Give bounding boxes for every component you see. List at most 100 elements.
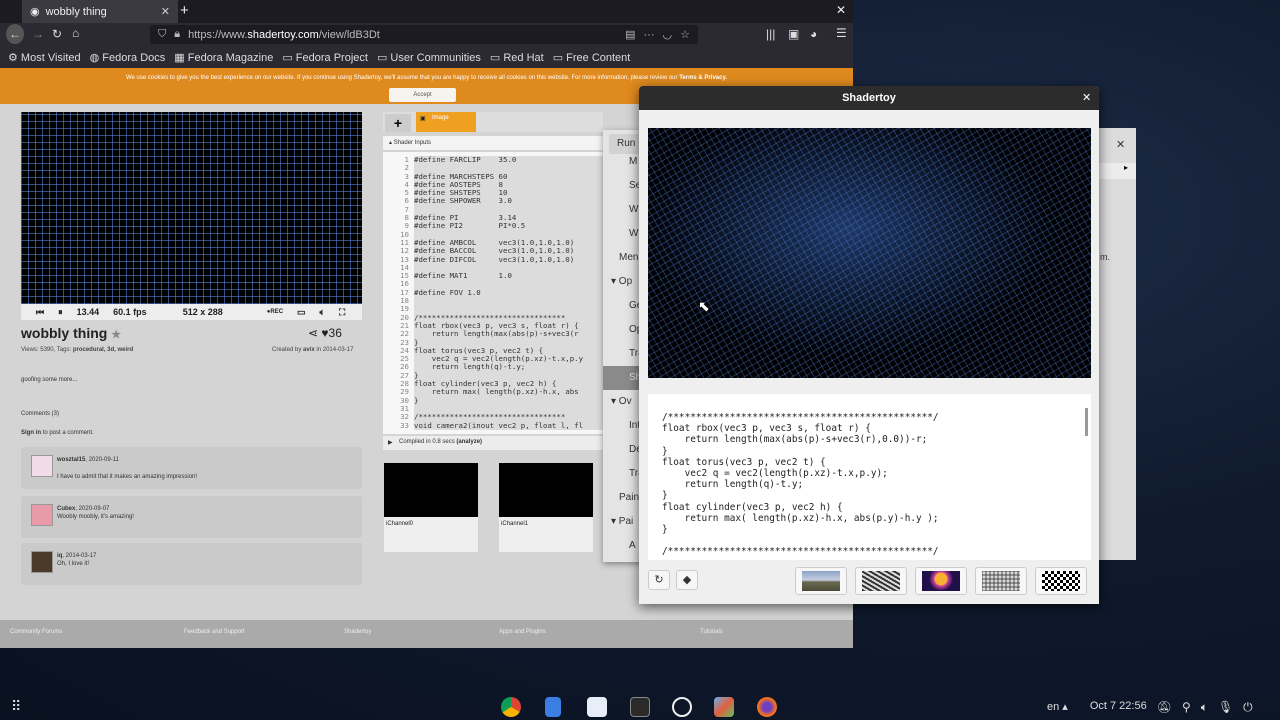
reader-icon[interactable]: ▤ <box>625 28 635 41</box>
arrow-right-icon[interactable]: ▸ <box>1099 163 1136 179</box>
footer-link[interactable]: Feedback and Support <box>184 629 245 635</box>
scrollbar[interactable] <box>1085 408 1088 436</box>
bookmark-fedora-docs[interactable]: ◍ Fedora Docs <box>90 51 166 64</box>
time-display: 13.44 <box>76 307 100 317</box>
shadertoy-dialog: Shadertoy ✕ ⬉ /*************************… <box>639 86 1099 604</box>
rewind-icon[interactable]: ⏮ <box>36 307 44 318</box>
comment: iq, 2014-03-17 Oh, I love it! <box>21 543 362 585</box>
forward-icon[interactable]: → <box>32 27 44 41</box>
avatar <box>31 455 53 477</box>
sidebar-icon[interactable]: ▣ <box>788 27 799 41</box>
bookmark-user-communities[interactable]: ▭ User Communities <box>377 51 481 64</box>
terminal-icon[interactable] <box>630 697 650 717</box>
more-icon[interactable]: ··· <box>644 29 655 41</box>
favorite-star-icon[interactable]: ★ <box>111 329 121 341</box>
chrome-icon[interactable] <box>501 697 521 717</box>
notifications-off-icon[interactable]: 🔕︎ <box>1157 700 1172 715</box>
footer-link[interactable]: Apps and Plugins <box>499 629 546 635</box>
tab-image[interactable]: ▣ Image <box>416 112 476 132</box>
accept-button[interactable]: Accept <box>389 88 456 102</box>
shader-render-canvas[interactable]: ⬉ <box>648 128 1091 378</box>
ichannel1-slot[interactable]: iChannel1 <box>499 463 593 552</box>
firefox-icon[interactable] <box>757 697 777 717</box>
bookmark-fedora-magazine[interactable]: ▦ Fedora Magazine <box>174 51 273 64</box>
comment: wosztal15, 2020-09-11 I have to admit tha… <box>21 447 362 489</box>
preset-thumbnail[interactable] <box>855 567 907 595</box>
preset-thumbnail[interactable] <box>975 567 1027 595</box>
fps-display: 60.1 fps <box>113 307 147 317</box>
code-editor-panel: + ▣ Image ▴ Shader Inputs 1 2 3 4 5 6 7 8… <box>383 112 603 452</box>
clock[interactable]: Oct 7 22:56 <box>1090 700 1147 715</box>
account-icon[interactable]: ◕ <box>810 27 817 41</box>
comments-header: Comments (3) <box>21 411 60 417</box>
close-icon[interactable]: ✕ <box>1116 138 1125 151</box>
author-link[interactable]: avix <box>303 347 315 353</box>
footer-link[interactable]: Tutorials <box>700 629 723 635</box>
close-icon[interactable]: ✕ <box>1082 86 1091 110</box>
pause-icon[interactable]: ⏸ <box>58 307 63 318</box>
footer-link[interactable]: Shadertoy <box>344 629 371 635</box>
avatar <box>31 551 53 573</box>
bookmark-red-hat[interactable]: ▭ Red Hat <box>490 51 544 64</box>
menu-icon[interactable]: ☰ <box>836 26 847 40</box>
tags-links[interactable]: procedural, 3d, weird <box>73 347 133 353</box>
volume-icon[interactable]: 🔈︎ <box>1201 700 1208 715</box>
app-grid-icon[interactable]: ⠿ <box>11 698 21 715</box>
lock-icon: 🔒︎ <box>174 28 181 40</box>
record-button[interactable]: ●REC <box>267 309 283 315</box>
home-icon[interactable]: ⌂ <box>72 26 79 40</box>
reload-icon[interactable]: ↻ <box>648 570 670 590</box>
window-close-button[interactable]: ✕ <box>836 3 846 17</box>
code-text[interactable]: #define FARCLIP 35.0 #define MARCHSTEPS … <box>414 155 603 430</box>
pocket-icon[interactable]: ◡ <box>663 28 673 41</box>
files-icon[interactable] <box>545 697 561 717</box>
signin-link[interactable]: Sign in <box>21 430 41 436</box>
vr-icon[interactable]: ▭ <box>297 307 306 318</box>
url-bar[interactable]: ⛉ 🔒︎ https://www.shadertoy.com/view/ldB3D… <box>150 25 698 44</box>
description: goofing some more... <box>21 377 78 383</box>
close-tab-icon[interactable]: ✕ <box>161 5 170 18</box>
avatar <box>31 504 53 526</box>
volume-icon[interactable]: 🔈︎ <box>320 307 325 318</box>
bookmark-free-content[interactable]: ▭ Free Content <box>553 51 631 64</box>
monitor-icon: ▣ <box>420 116 426 122</box>
ichannel0-slot[interactable]: iChannel0 <box>384 463 478 552</box>
power-icon[interactable]: ⏻ <box>1243 700 1253 715</box>
comment: Cubex, 2020-09-07 Woobly moobly, it's ama… <box>21 496 362 538</box>
shader-inputs-toggle[interactable]: ▴ Shader Inputs <box>383 136 603 150</box>
eraser-icon[interactable]: ◆ <box>676 570 698 590</box>
language-indicator[interactable]: en ▴ <box>1047 700 1068 715</box>
analyze-link[interactable]: (analyze) <box>456 439 482 445</box>
code-view[interactable]: /***************************************… <box>648 394 1091 560</box>
bookmark-fedora-project[interactable]: ▭ Fedora Project <box>282 51 368 64</box>
obs-icon[interactable] <box>672 697 692 717</box>
reload-icon[interactable]: ↻ <box>52 27 62 41</box>
back-icon[interactable]: ← <box>6 24 24 44</box>
page-footer: Community Forums Feedback and Support Sh… <box>0 620 853 648</box>
new-tab-button[interactable]: + <box>180 2 189 19</box>
system-tray: en ▴ Oct 7 22:56 🔕︎ ⚲ 🔈︎ 🎙︎ ⏻ <box>1047 700 1253 715</box>
software-icon[interactable] <box>587 697 607 717</box>
cube-app-icon[interactable] <box>714 697 734 717</box>
add-tab-button[interactable]: + <box>385 114 411 132</box>
share-icon[interactable]: ⋖ <box>308 326 318 340</box>
star-icon[interactable]: ☆ <box>680 28 690 41</box>
bookmark-most-visited[interactable]: ⚙ Most Visited <box>8 51 81 64</box>
shader-preview-canvas[interactable] <box>21 112 362 304</box>
library-icon[interactable]: ||| <box>766 27 775 41</box>
network-icon[interactable]: ⚲ <box>1182 700 1191 715</box>
heart-icon[interactable]: ♥ <box>321 326 328 340</box>
preset-thumbnail[interactable] <box>915 567 967 595</box>
browser-tab[interactable]: ◉ wobbly thing ✕ <box>22 0 178 23</box>
fullscreen-icon[interactable]: ⛶ <box>339 307 345 318</box>
dialog-toolbar: ↻ ◆ <box>639 564 1099 604</box>
code-area[interactable]: 1 2 3 4 5 6 7 8 9 10 11 12 13 14 15 16 1… <box>383 152 603 434</box>
shield-icon: ⛉ <box>158 28 167 40</box>
microphone-icon[interactable]: 🎙︎ <box>1218 700 1233 715</box>
play-icon[interactable]: ▶ <box>388 439 393 446</box>
terms-link[interactable]: Terms & Privacy. <box>679 75 727 81</box>
preset-thumbnail[interactable] <box>1035 567 1087 595</box>
footer-link[interactable]: Community Forums <box>10 629 62 635</box>
shader-title: wobbly thing ★ <box>21 325 122 341</box>
preset-thumbnail[interactable] <box>795 567 847 595</box>
